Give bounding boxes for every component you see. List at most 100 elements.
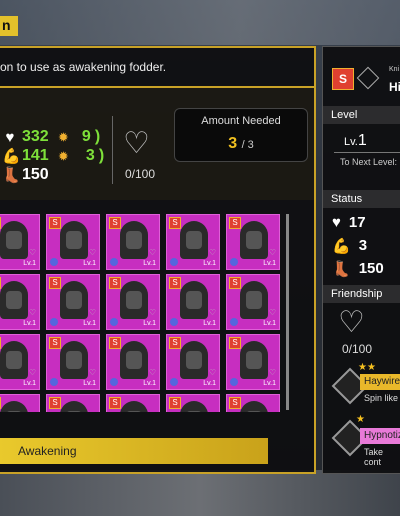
- mask: [126, 411, 142, 412]
- level-underline: [334, 152, 400, 153]
- skill-hypnotize-desc: Take cont: [364, 447, 384, 467]
- fodder-card[interactable]: S♡: [106, 394, 160, 412]
- atk-stat: 💪 141 ✹ 3): [2, 147, 105, 165]
- rarity-icon: S: [109, 397, 121, 409]
- heart-icon: ♡: [148, 368, 156, 377]
- atk-value: 141: [22, 147, 49, 164]
- amount-needed-label: Amount Needed: [201, 115, 281, 127]
- atk-bonus-icon: ✹: [58, 150, 68, 163]
- mask: [6, 291, 22, 309]
- heart-icon: ♡: [148, 248, 156, 257]
- fodder-card[interactable]: S ♡ Lv.1: [226, 214, 280, 270]
- star-icon: ★: [356, 414, 365, 425]
- hp-bonus: 9: [81, 128, 91, 145]
- mask: [246, 351, 262, 369]
- fodder-card[interactable]: S ♡ Lv.1: [166, 274, 220, 330]
- element-icon: [230, 318, 238, 326]
- rarity-icon: S: [0, 277, 1, 289]
- fodder-card[interactable]: S ♡ Lv.1: [166, 214, 220, 270]
- card-level: Lv.1: [23, 320, 36, 327]
- mask: [66, 351, 82, 369]
- card-level: Lv.1: [263, 320, 276, 327]
- character-subtitle: Kni: [389, 66, 400, 73]
- rarity-icon: S: [169, 217, 181, 229]
- card-level: Lv.1: [143, 320, 156, 327]
- heart-icon: ♡: [28, 368, 36, 377]
- mask: [6, 231, 22, 249]
- spd-value: 150: [22, 166, 49, 183]
- spd-stat: 👢 150: [2, 166, 49, 184]
- rarity-icon: S: [229, 397, 241, 409]
- screen-title: n: [2, 17, 11, 33]
- background-bottom: [0, 470, 400, 516]
- fodder-card[interactable]: S ♡ Lv.1: [0, 334, 40, 390]
- fodder-card[interactable]: S ♡ Lv.1: [0, 274, 40, 330]
- rarity-icon: S: [169, 337, 181, 349]
- awakening-button-label: Awakening: [18, 444, 77, 458]
- fodder-card[interactable]: S ♡ Lv.1: [46, 214, 100, 270]
- card-level: Lv.1: [143, 260, 156, 267]
- element-icon: [110, 378, 118, 386]
- fodder-card[interactable]: S ♡ Lv.1: [46, 334, 100, 390]
- mask: [126, 291, 142, 309]
- heart-icon: ♡: [88, 308, 96, 317]
- card-level: Lv.1: [83, 380, 96, 387]
- heart-icon: ♡: [208, 248, 216, 257]
- rarity-icon: S: [229, 337, 241, 349]
- fodder-card[interactable]: S ♡ Lv.1: [166, 334, 220, 390]
- fodder-card[interactable]: S ♡ Lv.1: [106, 214, 160, 270]
- r-spd-stat: 👢 150: [332, 260, 384, 278]
- hp-stat: ♥ 332 ✹ 9): [2, 128, 101, 146]
- fodder-card[interactable]: S♡: [226, 394, 280, 412]
- element-icon: [110, 318, 118, 326]
- fodder-card[interactable]: S ♡ Lv.1: [0, 214, 40, 270]
- hp-bonus-icon: ✹: [58, 131, 68, 144]
- mask: [246, 411, 262, 412]
- card-level: Lv.1: [83, 320, 96, 327]
- friendship-value: 0/100: [125, 167, 156, 181]
- fodder-card[interactable]: S♡: [46, 394, 100, 412]
- fodder-card[interactable]: S ♡ Lv.1: [226, 334, 280, 390]
- boot-icon: 👢: [332, 261, 351, 278]
- rarity-icon: S: [109, 217, 121, 229]
- background-top: [0, 0, 400, 45]
- rarity-icon: S: [49, 277, 61, 289]
- fodder-card[interactable]: S ♡ Lv.1: [226, 274, 280, 330]
- heart-icon: ♡: [88, 248, 96, 257]
- star-icon: ★★: [358, 362, 376, 373]
- hp-value: 332: [22, 128, 49, 145]
- fodder-card[interactable]: S ♡ Lv.1: [46, 274, 100, 330]
- mask: [186, 231, 202, 249]
- rarity-icon: S: [49, 337, 61, 349]
- grid-scrollbar[interactable]: [286, 214, 289, 410]
- mask: [126, 351, 142, 369]
- level-display: Lv.1: [344, 132, 367, 149]
- character-badge-icon: S: [332, 68, 354, 90]
- heart-icon: ♡: [88, 368, 96, 377]
- element-icon: [170, 258, 178, 266]
- r-friendship-value: 0/100: [342, 342, 373, 356]
- heart-icon: ♥: [5, 128, 15, 146]
- fodder-card[interactable]: S ♡ Lv.1: [106, 334, 160, 390]
- rarity-icon: S: [0, 217, 1, 229]
- fodder-card[interactable]: S♡: [166, 394, 220, 412]
- fodder-card[interactable]: S ♡ Lv.1: [106, 274, 160, 330]
- mask: [186, 351, 202, 369]
- rarity-icon: S: [109, 277, 121, 289]
- card-level: Lv.1: [203, 260, 216, 267]
- mask: [246, 231, 262, 249]
- mask: [246, 291, 262, 309]
- mask: [66, 231, 82, 249]
- skill-haywire-desc: Spin like: [364, 393, 399, 403]
- fodder-card[interactable]: S♡: [0, 394, 40, 412]
- skill-haywire[interactable]: Haywire: [360, 374, 400, 390]
- stats-divider: [112, 116, 113, 184]
- skill-hypnotize[interactable]: Hypnotiz: [360, 428, 400, 444]
- mask: [186, 411, 202, 412]
- element-icon: [50, 378, 58, 386]
- fodder-grid: S♡Lv.1S♡Lv.1S♡Lv.1S♡Lv.1S♡Lv.1S♡Lv.1S♡Lv…: [0, 212, 282, 412]
- r-hp-stat: ♥ 17: [332, 214, 366, 231]
- atk-bonus: 3: [85, 147, 95, 164]
- heart-icon: ♡: [28, 308, 36, 317]
- heart-icon: ♡: [148, 308, 156, 317]
